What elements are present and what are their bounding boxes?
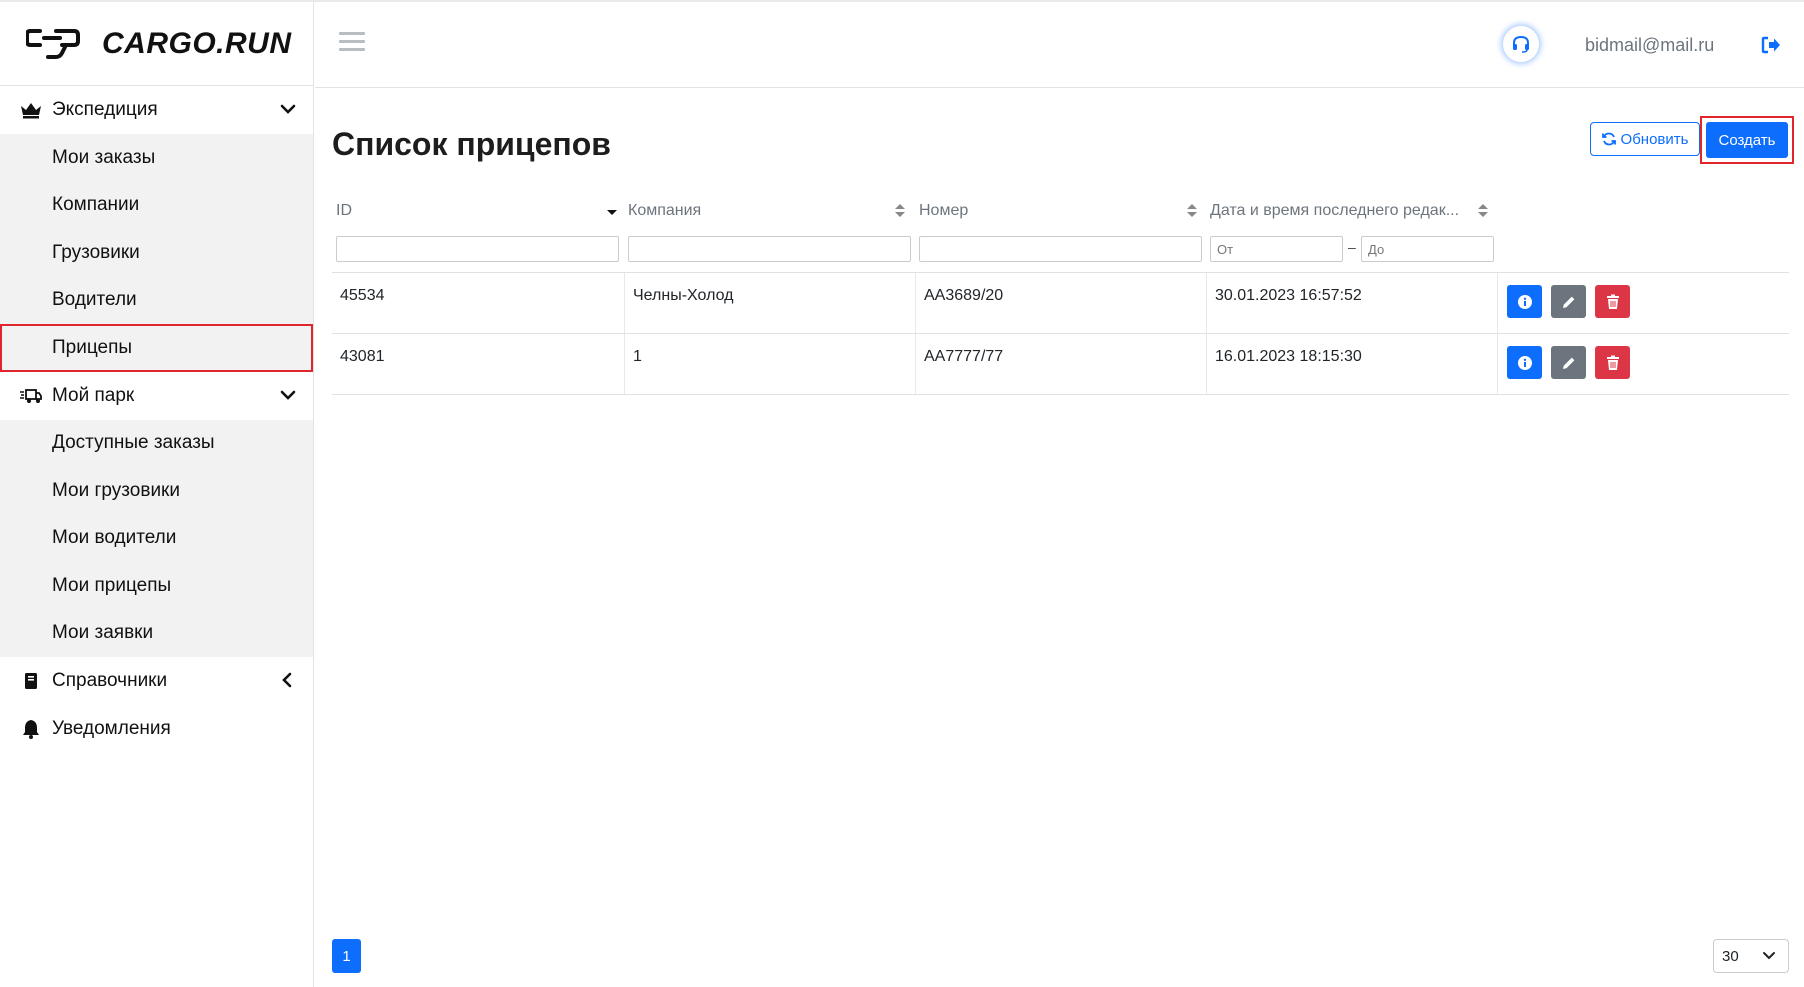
cell-actions	[1497, 273, 1789, 333]
brand-logo[interactable]: CARGO.RUN	[0, 2, 313, 86]
trash-icon	[1606, 294, 1619, 309]
nav-group-expedition[interactable]: Экспедиция	[0, 86, 313, 134]
create-button-highlight: Создать	[1700, 116, 1794, 164]
cell-id: 45534	[340, 287, 385, 304]
filter-id-input[interactable]	[336, 236, 619, 262]
cell-updated: 30.01.2023 16:57:52	[1206, 273, 1497, 333]
logout-icon[interactable]	[1760, 34, 1782, 56]
cell-number: АА7777/77	[915, 334, 1206, 394]
cell-updated: 16.01.2023 18:15:30	[1206, 334, 1497, 394]
pagination-page-button[interactable]: 1	[332, 939, 361, 973]
cell-id: 43081	[340, 348, 385, 365]
create-button[interactable]: Создать	[1706, 122, 1788, 158]
page-title: Список прицепов	[332, 126, 611, 162]
column-header-label: ID	[336, 202, 352, 219]
edit-button[interactable]	[1551, 285, 1586, 318]
delete-button[interactable]	[1595, 346, 1630, 379]
column-header-company[interactable]: Компания	[628, 196, 908, 226]
per-page-select[interactable]: 30	[1713, 939, 1789, 973]
info-icon	[1517, 355, 1532, 370]
sidebar-item-companies[interactable]: Компании	[0, 182, 313, 230]
user-email[interactable]: bidmail@mail.ru	[1585, 35, 1714, 56]
nav-group-label: Мой парк	[52, 384, 135, 406]
sidebar-item-my-requests[interactable]: Мои заявки	[0, 610, 313, 658]
sidebar-nav: Экспедиция Мои заказы Компании Грузовики…	[0, 86, 313, 753]
cargo-logo-icon	[26, 28, 80, 59]
delete-button[interactable]	[1595, 285, 1630, 318]
sidebar-item-my-trucks[interactable]: Мои грузовики	[0, 467, 313, 515]
sidebar-item-trucks[interactable]: Грузовики	[0, 229, 313, 277]
sidebar-item-label: Мои заказы	[52, 146, 156, 168]
sidebar-item-label: Мои грузовики	[52, 479, 180, 501]
nav-group-label: Экспедиция	[52, 99, 158, 120]
sidebar: CARGO.RUN Экспедиция Мои заказы Компании…	[0, 2, 314, 987]
column-header-label: Дата и время последнего редак...	[1210, 202, 1460, 219]
info-icon	[1517, 294, 1532, 309]
chevron-down-icon	[280, 390, 296, 400]
per-page-value: 30	[1722, 947, 1739, 965]
menu-toggle-icon[interactable]	[339, 32, 365, 54]
chevron-left-icon	[282, 672, 292, 688]
truck-fast-icon	[20, 385, 42, 407]
nav-group-directories[interactable]: Справочники	[0, 657, 313, 705]
sidebar-item-my-drivers[interactable]: Мои водители	[0, 515, 313, 563]
column-header-label: Компания	[628, 202, 702, 219]
info-button[interactable]	[1507, 346, 1542, 379]
sidebar-item-my-trailers[interactable]: Мои прицепы	[0, 562, 313, 610]
pencil-icon	[1562, 296, 1574, 308]
sidebar-item-label: Мои прицепы	[52, 574, 172, 596]
column-header-label: Номер	[919, 202, 969, 219]
chevron-down-icon	[280, 104, 296, 114]
cell-company: 1	[624, 334, 915, 394]
support-headset-icon[interactable]	[1503, 26, 1539, 62]
sidebar-item-label: Компании	[52, 194, 140, 216]
sort-icon	[895, 204, 905, 217]
nav-submenu-my-fleet: Доступные заказы Мои грузовики Мои водит…	[0, 419, 313, 658]
book-icon	[20, 670, 42, 692]
sidebar-item-label: Мои заявки	[52, 622, 154, 644]
nav-group-label: Справочники	[52, 670, 168, 691]
column-header-updated[interactable]: Дата и время последнего редак...	[1210, 196, 1490, 226]
nav-group-label: Уведомления	[52, 718, 171, 739]
column-header-number[interactable]: Номер	[919, 196, 1199, 226]
chevron-down-icon	[1763, 952, 1775, 960]
crown-icon	[20, 99, 42, 121]
filter-date-to-input[interactable]	[1361, 236, 1494, 262]
refresh-icon	[1601, 132, 1616, 146]
edit-button[interactable]	[1551, 346, 1586, 379]
pencil-icon	[1562, 357, 1574, 369]
sidebar-item-drivers[interactable]: Водители	[0, 277, 313, 325]
column-header-id[interactable]: ID	[336, 196, 617, 226]
nav-group-notifications[interactable]: Уведомления	[0, 705, 313, 753]
sidebar-item-label: Доступные заказы	[52, 432, 215, 454]
cell-number: АА3689/20	[915, 273, 1206, 333]
sidebar-item-my-orders[interactable]: Мои заказы	[0, 134, 313, 182]
sort-icon	[1187, 204, 1197, 217]
bell-icon	[20, 718, 42, 740]
filter-date-from-input[interactable]	[1210, 236, 1343, 262]
date-range-separator: –	[1348, 239, 1356, 255]
sidebar-item-label: Прицепы	[52, 336, 133, 358]
nav-submenu-expedition: Мои заказы Компании Грузовики Водители П…	[0, 134, 313, 372]
sort-desc-icon	[607, 210, 617, 215]
sidebar-item-trailers[interactable]: Прицепы	[0, 324, 313, 372]
top-header: bidmail@mail.ru	[315, 2, 1804, 88]
refresh-button[interactable]: Обновить	[1590, 122, 1700, 156]
trash-icon	[1606, 355, 1619, 370]
table-row[interactable]: 45534 Челны-Холод АА3689/20 30.01.2023 1…	[332, 273, 1789, 334]
cell-actions	[1497, 334, 1789, 394]
sidebar-item-label: Грузовики	[52, 241, 140, 263]
info-button[interactable]	[1507, 285, 1542, 318]
brand-name: CARGO.RUN	[102, 26, 292, 60]
sidebar-item-label: Мои водители	[52, 527, 177, 549]
nav-group-my-fleet[interactable]: Мой парк	[0, 372, 313, 420]
sidebar-item-available-orders[interactable]: Доступные заказы	[0, 420, 313, 468]
table-row[interactable]: 43081 1 АА7777/77 16.01.2023 18:15:30	[332, 334, 1789, 395]
sidebar-item-label: Водители	[52, 289, 137, 311]
filter-company-input[interactable]	[628, 236, 911, 262]
filter-number-input[interactable]	[919, 236, 1202, 262]
cell-company: Челны-Холод	[624, 273, 915, 333]
refresh-label: Обновить	[1620, 130, 1689, 148]
sort-icon	[1478, 204, 1488, 217]
